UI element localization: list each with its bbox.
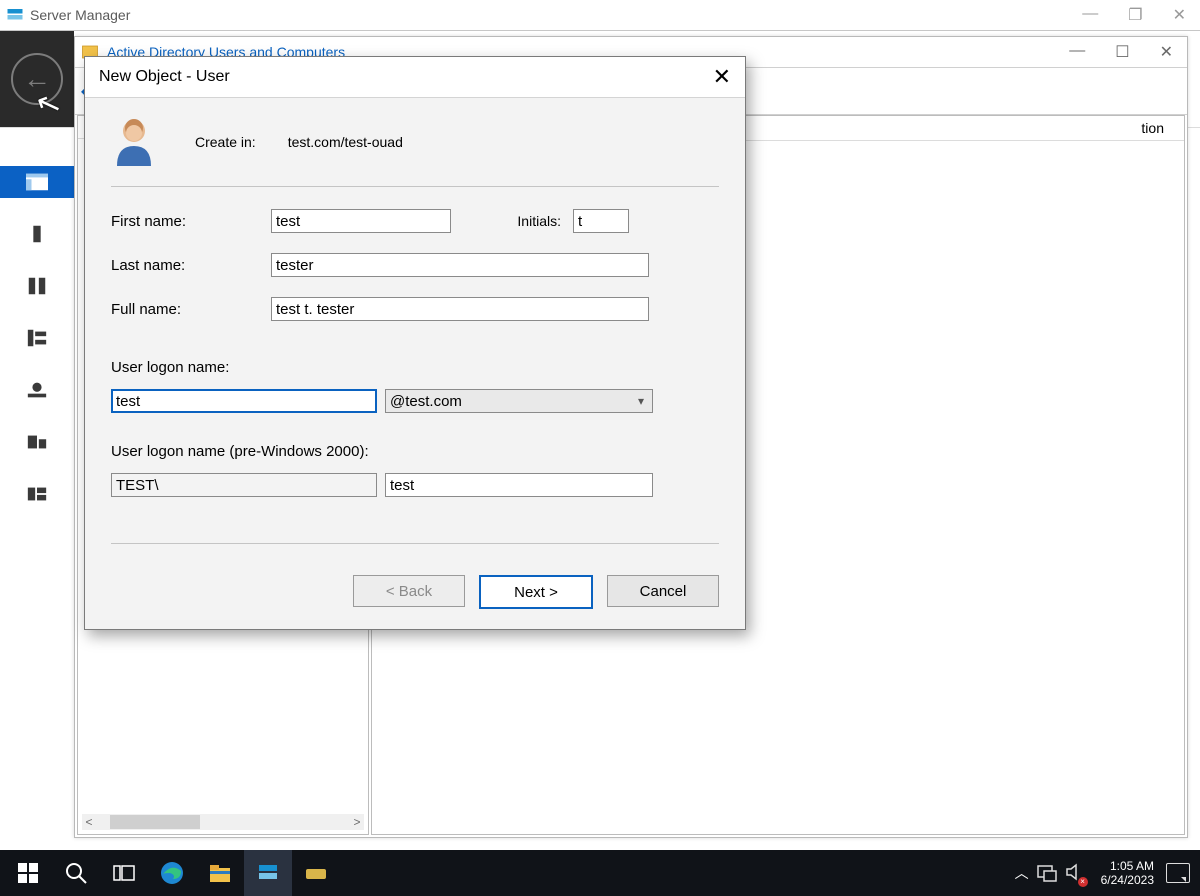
full-name-label: Full name: [111, 301, 271, 318]
server-manager-title: Server Manager [30, 7, 130, 23]
server-manager-taskbar-icon [256, 861, 280, 885]
logon-domain-dropdown[interactable]: @test.com ▾ [385, 389, 653, 413]
folder-icon [208, 861, 232, 885]
network-icon[interactable] [1037, 864, 1057, 882]
sidebar-item-all-servers[interactable] [0, 270, 74, 302]
scroll-left-icon[interactable]: < [82, 815, 96, 829]
tray-chevron-icon[interactable]: ︿ [1015, 863, 1029, 883]
task-view-button[interactable] [100, 850, 148, 896]
sidebar-item-dashboard[interactable] [0, 166, 74, 198]
initials-label: Initials: [481, 213, 573, 229]
notifications-icon[interactable] [1166, 863, 1190, 883]
full-name-input[interactable] [271, 297, 649, 321]
sidebar-item-other[interactable] [0, 478, 74, 510]
sidebar-item-file[interactable] [0, 426, 74, 458]
back-button[interactable]: < Back [353, 575, 465, 607]
dialog-title: New Object - User [99, 68, 230, 86]
legacy-logon-label: User logon name (pre-Windows 2000): [111, 443, 369, 460]
logon-name-label: User logon name: [111, 359, 229, 376]
cancel-button[interactable]: Cancel [607, 575, 719, 607]
create-in-label: Create in: [195, 134, 256, 150]
aduc-close-button[interactable]: ✕ [1160, 42, 1173, 62]
scroll-thumb[interactable] [110, 815, 200, 829]
logon-name-input[interactable] [111, 389, 377, 413]
clock-date: 6/24/2023 [1101, 873, 1154, 887]
taskbar-server-manager[interactable] [244, 850, 292, 896]
legacy-domain-text: TEST\ [116, 477, 159, 494]
edge-icon [160, 861, 184, 885]
initials-input[interactable] [573, 209, 629, 233]
aduc-list-header-fragment: tion [1141, 120, 1184, 136]
taskbar-edge[interactable] [148, 850, 196, 896]
mute-badge-icon: × [1078, 877, 1088, 887]
aduc-minimize-button[interactable]: — [1069, 42, 1085, 62]
search-icon [64, 861, 88, 885]
sidebar-item-dns[interactable] [0, 374, 74, 406]
start-button[interactable] [4, 850, 52, 896]
dialog-close-button[interactable]: ✕ [707, 66, 737, 88]
create-in-path: test.com/test-ouad [288, 134, 403, 150]
logon-domain-selected: @test.com [390, 393, 462, 410]
new-user-dialog: New Object - User ✕ Create in: test.com/… [84, 56, 746, 630]
aduc-tree-scrollbar[interactable]: < > [82, 814, 364, 830]
task-view-icon [112, 861, 136, 885]
chevron-down-icon: ▾ [638, 394, 644, 408]
sidebar-item-adds[interactable] [0, 322, 74, 354]
server-manager-titlebar: Server Manager — ❐ ✕ [0, 0, 1200, 31]
user-icon [111, 116, 157, 168]
sm-restore-button[interactable]: ❐ [1128, 5, 1142, 25]
next-button[interactable]: Next > [479, 575, 593, 609]
taskbar-app[interactable] [292, 850, 340, 896]
last-name-input[interactable] [271, 253, 649, 277]
first-name-input[interactable] [271, 209, 451, 233]
taskbar: ︿ × 1:05 AM 6/24/2023 [0, 850, 1200, 896]
sm-minimize-button[interactable]: — [1082, 5, 1098, 25]
first-name-label: First name: [111, 213, 271, 230]
windows-icon [16, 861, 40, 885]
sound-icon[interactable]: × [1065, 863, 1085, 884]
sm-side-rail [0, 160, 74, 856]
app-icon [304, 861, 328, 885]
legacy-logon-input[interactable] [385, 473, 653, 497]
sm-close-button[interactable]: ✕ [1173, 5, 1186, 25]
clock-time: 1:05 AM [1101, 859, 1154, 873]
legacy-domain-box: TEST\ [111, 473, 377, 497]
last-name-label: Last name: [111, 257, 271, 274]
scroll-right-icon[interactable]: > [350, 815, 364, 829]
sidebar-item-local[interactable] [0, 218, 74, 250]
aduc-restore-button[interactable]: ☐ [1115, 42, 1129, 62]
dialog-titlebar: New Object - User ✕ [85, 57, 745, 98]
search-button[interactable] [52, 850, 100, 896]
taskbar-explorer[interactable] [196, 850, 244, 896]
server-manager-icon [6, 6, 24, 24]
taskbar-clock[interactable]: 1:05 AM 6/24/2023 [1101, 859, 1154, 887]
